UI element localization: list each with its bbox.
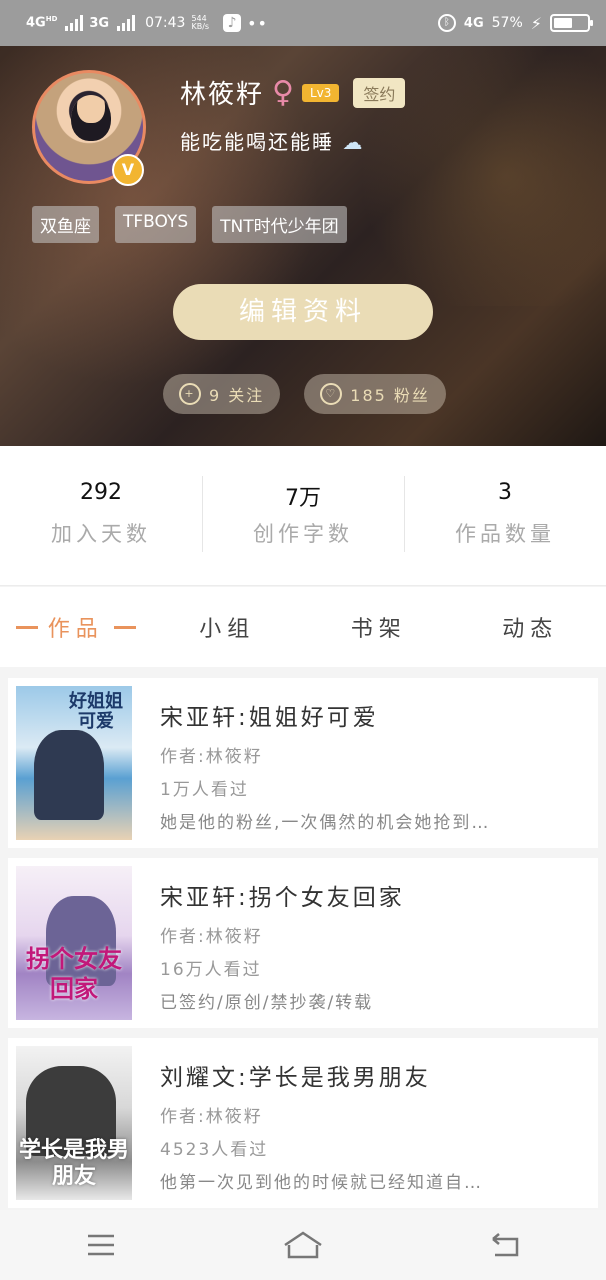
work-title: 刘耀文:学长是我男朋友	[160, 1065, 431, 1091]
tab-groups[interactable]: 小组	[152, 611, 304, 643]
signal-icon	[65, 15, 84, 31]
verified-badge-icon: V	[112, 154, 144, 186]
fans-label: 185 粉丝	[350, 386, 430, 405]
book-cover[interactable]: 学长是我男朋友	[16, 1046, 132, 1200]
cloud-emoji-icon: ☁	[342, 130, 365, 154]
tab-indicator-left	[15, 625, 38, 629]
menu-icon	[88, 1234, 114, 1256]
work-author: 作者:林筱籽	[160, 1107, 263, 1127]
menu-button[interactable]	[81, 1225, 121, 1265]
stat-value: 3	[498, 479, 512, 505]
works-list: 好姐姐可爱 宋亚轩:姐姐好可爱 作者:林筱籽 1万人看过 她是他的粉丝,一次偶然…	[8, 678, 598, 1218]
cover-title: 好姐姐可爱	[69, 691, 123, 732]
network-right-label: 4G	[463, 15, 484, 31]
level-badge: Lv3	[302, 83, 340, 102]
cover-figure	[34, 730, 104, 820]
book-cover[interactable]: 拐个女友回家	[16, 866, 132, 1020]
tag-item[interactable]: 双鱼座	[32, 206, 99, 243]
home-icon	[284, 1231, 322, 1259]
bluetooth-icon: ᛒ	[437, 14, 456, 32]
status-bar-right: ᛒ 4G 57% ⚡	[437, 13, 593, 33]
more-notifications-icon: ••	[247, 13, 268, 33]
work-card[interactable]: 好姐姐可爱 宋亚轩:姐姐好可爱 作者:林筱籽 1万人看过 她是他的粉丝,一次偶然…	[8, 678, 598, 848]
back-button[interactable]	[485, 1225, 525, 1265]
work-author: 作者:林筱籽	[160, 747, 263, 767]
stat-label: 创作字数	[253, 521, 353, 546]
work-views: 16万人看过	[160, 960, 262, 980]
tab-bookshelf[interactable]: 书架	[303, 611, 455, 643]
work-card[interactable]: 学长是我男朋友 刘耀文:学长是我男朋友 作者:林筱籽 4523人看过 他第一次见…	[8, 1038, 598, 1208]
cover-title: 学长是我男朋友	[18, 1138, 129, 1189]
work-author: 作者:林筱籽	[160, 927, 263, 947]
network-speed: 544 KB/s	[191, 14, 210, 31]
profile-tabs: 作品 小组 书架 动态	[0, 587, 606, 667]
home-button[interactable]	[283, 1225, 323, 1265]
work-views: 4523人看过	[160, 1140, 269, 1160]
edit-profile-button[interactable]: 编辑资料	[173, 284, 433, 340]
username-row: 林筱籽 ♀ Lv3 签约	[180, 74, 406, 111]
following-label: 9 关注	[209, 386, 265, 405]
avatar-face	[71, 95, 111, 141]
work-card[interactable]: 拐个女友回家 宋亚轩:拐个女友回家 作者:林筱籽 16万人看过 已签约/原创/禁…	[8, 858, 598, 1028]
stat-days-joined: 292 加入天数	[0, 480, 202, 552]
charging-icon: ⚡	[530, 13, 542, 33]
stat-label: 加入天数	[51, 521, 151, 546]
work-title: 宋亚轩:姐姐好可爱	[160, 705, 379, 731]
clock: 07:43	[145, 15, 186, 31]
add-user-icon: +	[179, 383, 201, 405]
female-gender-icon: ♀	[272, 74, 294, 110]
signed-badge: 签约	[353, 77, 406, 108]
status-bar: 4GHD 3G 07:43 544 KB/s ♪ •• ᛒ 4G 57% ⚡	[0, 0, 606, 46]
social-stats: + 9 关注 ♡ 185 粉丝	[163, 374, 446, 414]
tag-item[interactable]: TFBOYS	[115, 206, 197, 243]
signal-icon-2	[117, 15, 136, 31]
profile-header: V 林筱籽 ♀ Lv3 签约 能吃能喝还能睡 ☁ 双鱼座 TFBOYS TNT时…	[0, 46, 606, 446]
stat-value: 292	[80, 479, 122, 505]
system-nav-bar	[0, 1210, 606, 1280]
back-icon	[492, 1233, 519, 1257]
battery-percent: 57%	[491, 15, 523, 31]
heart-icon: ♡	[320, 383, 343, 405]
username: 林筱籽	[180, 80, 265, 110]
fans-button[interactable]: ♡ 185 粉丝	[304, 374, 446, 414]
stat-label: 作品数量	[455, 521, 555, 546]
work-info: 刘耀文:学长是我男朋友 作者:林筱籽 4523人看过 他第一次见到他的时候就已经…	[160, 1046, 560, 1200]
status-bar-left: 4GHD 3G 07:43 544 KB/s ♪ ••	[26, 14, 268, 33]
tag-item[interactable]: TNT时代少年团	[212, 206, 347, 243]
work-title: 宋亚轩:拐个女友回家	[160, 885, 405, 911]
cover-title: 拐个女友回家	[26, 945, 122, 1003]
stat-words-written: 7万 创作字数	[202, 475, 404, 552]
work-description: 她是他的粉丝,一次偶然的机会她抢到…	[160, 813, 491, 833]
stat-works-count: 3 作品数量	[404, 475, 606, 552]
tab-indicator-right	[113, 625, 136, 629]
book-cover[interactable]: 好姐姐可爱	[16, 686, 132, 840]
work-description: 已签约/原创/禁抄袭/转载	[160, 993, 374, 1013]
network-4g-label: 4GHD	[26, 15, 58, 31]
bio: 能吃能喝还能睡 ☁	[180, 126, 364, 155]
network-3g-label: 3G	[89, 15, 110, 31]
tab-label: 作品	[47, 617, 104, 642]
work-views: 1万人看过	[160, 780, 249, 800]
battery-icon	[550, 14, 593, 32]
bio-text: 能吃能喝还能睡	[180, 130, 334, 154]
battery-level	[554, 18, 573, 28]
work-info: 宋亚轩:拐个女友回家 作者:林筱籽 16万人看过 已签约/原创/禁抄袭/转载	[160, 866, 560, 1020]
work-info: 宋亚轩:姐姐好可爱 作者:林筱籽 1万人看过 她是他的粉丝,一次偶然的机会她抢到…	[160, 686, 560, 840]
tab-works[interactable]: 作品	[0, 611, 152, 643]
profile-stats: 292 加入天数 7万 创作字数 3 作品数量	[0, 446, 606, 586]
profile-tags: 双鱼座 TFBOYS TNT时代少年团	[32, 206, 347, 243]
work-description: 他第一次见到他的时候就已经知道自…	[160, 1173, 483, 1193]
music-icon: ♪	[223, 14, 242, 32]
stat-value: 7万	[285, 485, 321, 511]
following-button[interactable]: + 9 关注	[163, 374, 281, 414]
tab-activity[interactable]: 动态	[455, 611, 606, 643]
